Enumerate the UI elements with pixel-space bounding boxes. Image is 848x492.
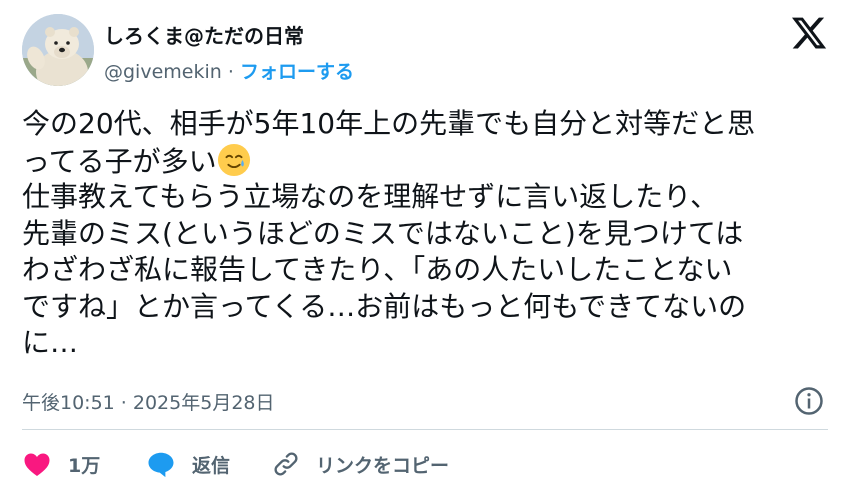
x-logo-icon[interactable] bbox=[790, 14, 828, 52]
tweet-line: ですね」とか言ってくる…お前はもっと何もできてないの bbox=[22, 289, 747, 323]
tweet-line-with-emoji: ってる子が多い bbox=[22, 143, 828, 180]
avatar[interactable] bbox=[22, 14, 94, 86]
smiling-with-tear-emoji-icon bbox=[217, 143, 250, 176]
tweet-timestamp[interactable]: 午後10:51 · 2025年5月28日 bbox=[22, 388, 275, 415]
copy-link-label: リンクをコピー bbox=[316, 454, 450, 477]
tweet-line: わざわざ私に報告してきたり、「あの人たいしたことない bbox=[22, 253, 733, 286]
like-button[interactable]: 1万 bbox=[22, 447, 100, 481]
tweet-line: 先輩のミス(というほどのミスではないこと)を見つけては bbox=[22, 216, 744, 250]
heart-icon bbox=[24, 453, 50, 476]
user-handle[interactable]: @givemekin bbox=[104, 61, 222, 83]
divider bbox=[22, 429, 828, 430]
tweet-line: ってる子が多い bbox=[22, 144, 217, 178]
polar-bear-avatar-icon bbox=[22, 14, 94, 86]
tweet-line: 今の20代、相手が5年10年上の先輩でも自分と対等だと思 bbox=[22, 107, 756, 140]
handle-row: @givemekin · フォローする bbox=[104, 57, 354, 84]
like-count: 1万 bbox=[68, 454, 101, 477]
reply-bubble-icon bbox=[148, 452, 174, 478]
link-icon bbox=[274, 452, 298, 476]
follow-button[interactable]: フォローする bbox=[240, 61, 354, 83]
separator-dot: · bbox=[227, 61, 234, 83]
tweet-card: しろくま@ただの日常 @givemekin · フォローする 今の20代、相手が… bbox=[0, 0, 848, 492]
tweet-text: 今の20代、相手が5年10年上の先輩でも自分と対等だと思 ってる子が多い 仕事教… bbox=[22, 106, 828, 362]
info-icon[interactable] bbox=[794, 386, 824, 416]
display-name[interactable]: しろくま@ただの日常 bbox=[104, 20, 304, 49]
tweet-line: 仕事教えてもらう立場なのを理解せずに言い返したり、 bbox=[22, 180, 719, 213]
copy-link-button[interactable]: リンクをコピー bbox=[272, 447, 449, 481]
reply-button[interactable]: 返信 bbox=[146, 447, 230, 481]
reply-label: 返信 bbox=[192, 454, 231, 477]
tweet-line: に… bbox=[22, 326, 79, 359]
